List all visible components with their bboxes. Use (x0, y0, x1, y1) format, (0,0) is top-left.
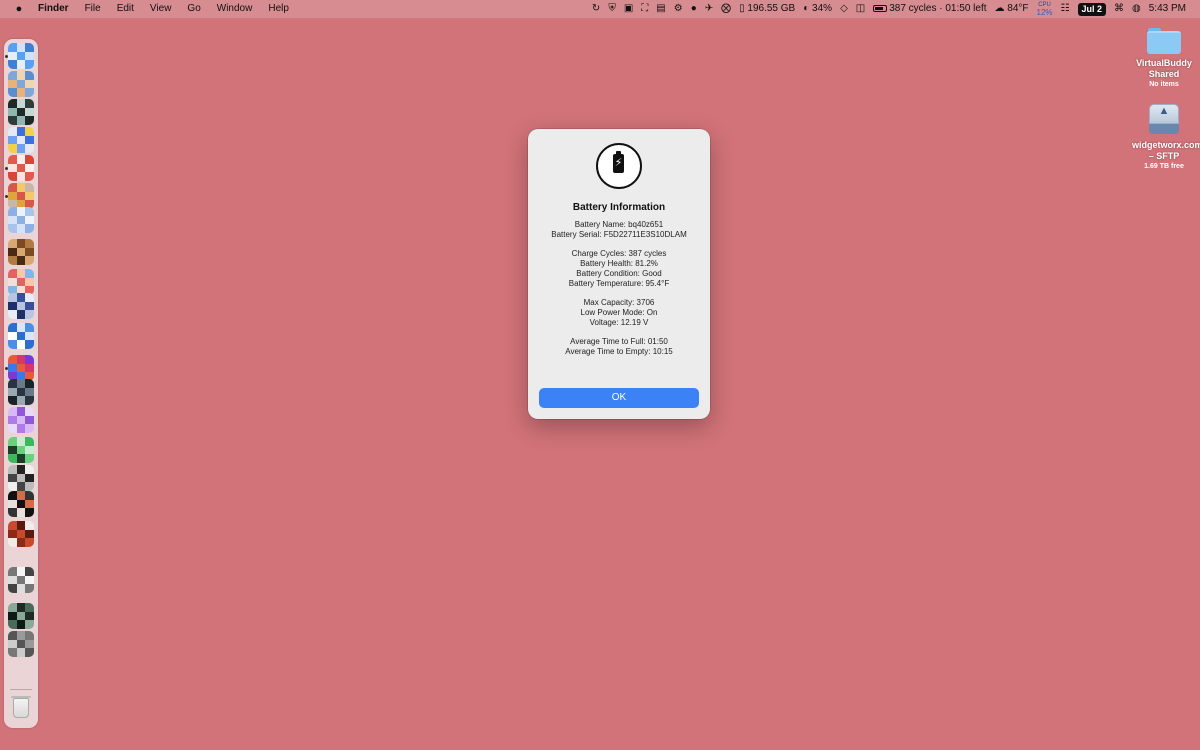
desktop-drive-sftp[interactable]: ▲ widgetworx.com – SFTP 1.69 TB free (1132, 102, 1200, 171)
battery-charging-icon: ⚡ (596, 143, 642, 189)
dock-app-icon[interactable] (8, 603, 34, 629)
screenshot-icon[interactable]: ⛶ (641, 0, 648, 18)
menu-bar-status: ↻ ⛨ ▣ ⛶ ▤ ⚙ ● ✈ ⨂ ▯ 196.55 GB ◐ 34% ◇ ◫ … (592, 0, 1186, 18)
cpu-value: 12% (1036, 8, 1053, 17)
menu-bar-left: ● Finder File Edit View Go Window Help (0, 0, 305, 18)
dock-app-icon[interactable] (8, 491, 34, 517)
dock-app-icon[interactable] (8, 269, 34, 295)
menu-edit[interactable]: Edit (117, 0, 134, 18)
info-line: Battery Health: 81.2% (580, 259, 658, 268)
cpu-meter[interactable]: CPU 12% (1036, 2, 1053, 17)
apple-icon[interactable]: ● (14, 3, 24, 15)
disk-free[interactable]: ▯ 196.55 GB (739, 0, 795, 18)
dock-app-icon[interactable] (8, 71, 34, 97)
desktop-folder-virtualbuddy[interactable]: VirtualBuddy Shared No items (1132, 28, 1196, 89)
dialog-body: Battery Name: bq40z651 Battery Serial: F… (528, 220, 710, 366)
trash-icon[interactable] (11, 696, 31, 718)
desktop-item-sub: No items (1149, 81, 1179, 88)
cloud-icon: ☁ (994, 3, 1008, 14)
dock-app-icon[interactable] (8, 437, 34, 463)
info-line: Charge Cycles: 387 cycles (571, 249, 667, 258)
menu-help[interactable]: Help (268, 0, 289, 18)
dock-app-icon[interactable] (8, 379, 34, 405)
plane-icon[interactable]: ✈ (705, 0, 713, 18)
weather-status[interactable]: ☁ 84°F (995, 0, 1029, 18)
control-center-icon[interactable]: ◍ (1132, 0, 1141, 18)
close-circle-icon[interactable]: ⨂ (721, 0, 731, 18)
info-group-health: Charge Cycles: 387 cycles Battery Health… (528, 249, 710, 289)
dock-app-icon[interactable] (8, 207, 34, 233)
desktop-item-sub: 1.69 TB free (1144, 163, 1184, 170)
battery-status[interactable]: 387 cycles · 01:50 left (873, 0, 987, 18)
sync-icon[interactable]: ↻ (592, 0, 600, 18)
info-group-power: Max Capacity: 3706 Low Power Mode: On Vo… (528, 298, 710, 328)
dock-app-icon[interactable] (8, 239, 34, 265)
info-line: Voltage: 12.19 V (589, 318, 649, 327)
battery-info-dialog: ⚡ Battery Information Battery Name: bq40… (528, 129, 710, 419)
info-group-identity: Battery Name: bq40z651 Battery Serial: F… (528, 220, 710, 240)
dock (4, 39, 38, 728)
desktop-item-label: widgetworx.com – SFTP (1132, 140, 1200, 161)
battery-icon (873, 4, 888, 12)
date-badge[interactable]: Jul 2 (1077, 2, 1107, 16)
dock-app-icon[interactable] (8, 183, 34, 209)
dock-app-icon[interactable] (8, 631, 34, 657)
dock-app-icon[interactable] (8, 567, 34, 593)
info-line: Battery Condition: Good (576, 269, 662, 278)
dock-app-icon[interactable] (8, 155, 34, 181)
info-line: Max Capacity: 3706 (583, 298, 655, 307)
dock-separator (10, 689, 32, 690)
clock[interactable]: 5:43 PM (1149, 0, 1186, 18)
progress-status[interactable]: ◐ 34% (803, 0, 832, 18)
dock-app-icon[interactable] (8, 323, 34, 349)
dialog-title: Battery Information (572, 202, 666, 213)
drive-icon[interactable]: ▤ (656, 0, 665, 18)
desktop-item-label: VirtualBuddy Shared (1136, 58, 1192, 79)
bicycle-icon[interactable]: ⚙ (674, 0, 683, 18)
dock-app-icon[interactable] (8, 293, 34, 319)
dock-app-icon[interactable] (8, 521, 34, 547)
shield-icon[interactable]: ⛨ (608, 0, 616, 18)
menu-bar: ● Finder File Edit View Go Window Help ↻… (0, 0, 1200, 18)
dock-running-indicator (5, 55, 8, 58)
menu-window[interactable]: Window (217, 0, 253, 18)
diamond-icon[interactable]: ◇ (840, 0, 848, 18)
dock-app-icon[interactable] (8, 407, 34, 433)
dock-app-icon[interactable] (8, 43, 34, 69)
info-group-time: Average Time to Full: 01:50 Average Time… (528, 337, 710, 357)
menu-finder[interactable]: Finder (38, 0, 69, 18)
trash-icon[interactable]: ◫ (856, 0, 865, 18)
dock-running-indicator (5, 195, 8, 198)
menu-file[interactable]: File (85, 0, 101, 18)
info-line: Battery Name: bq40z651 (574, 220, 664, 229)
dock-app-icon[interactable] (8, 99, 34, 125)
network-drive-icon: ▲ (1147, 102, 1181, 136)
pear-icon[interactable]: ● (691, 0, 697, 18)
menu-go[interactable]: Go (187, 0, 200, 18)
info-line: Battery Serial: F5D22711E3S10DLAM (551, 230, 687, 239)
info-line: Low Power Mode: On (580, 308, 658, 317)
folder-icon (1147, 28, 1181, 54)
info-line: Average Time to Empty: 10:15 (565, 347, 673, 356)
dock-app-icon[interactable] (8, 465, 34, 491)
wifi-icon[interactable]: ⌘ (1114, 0, 1124, 18)
clipboard-icon[interactable]: ☷ (1061, 0, 1070, 18)
dock-running-indicator (5, 367, 8, 370)
ok-button[interactable]: OK (539, 388, 699, 408)
info-line: Average Time to Full: 01:50 (570, 337, 668, 346)
dock-app-icon[interactable] (8, 355, 34, 381)
dock-running-indicator (5, 167, 8, 170)
progress-ring-icon: ◐ (803, 3, 813, 14)
menu-view[interactable]: View (150, 0, 172, 18)
dock-app-icon[interactable] (8, 127, 34, 153)
window-icon[interactable]: ▣ (624, 0, 633, 18)
info-line: Battery Temperature: 95.4°F (568, 279, 670, 288)
